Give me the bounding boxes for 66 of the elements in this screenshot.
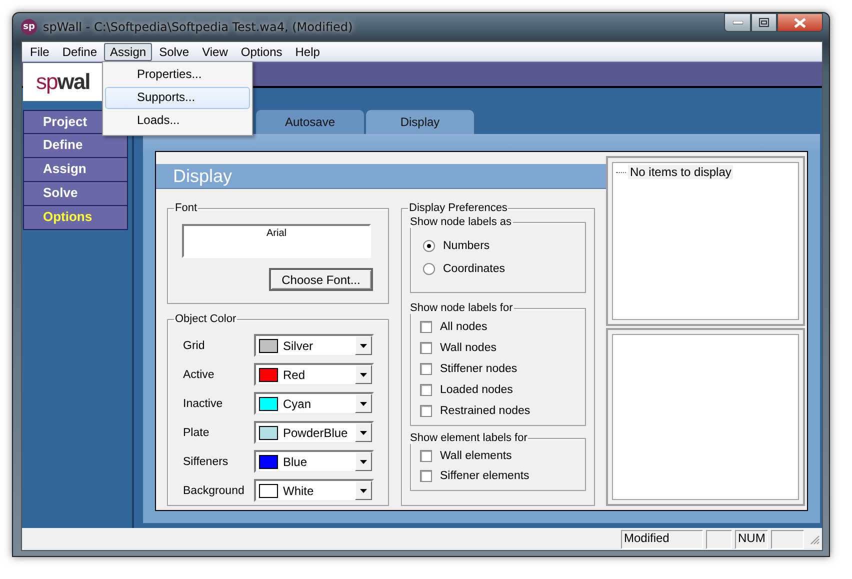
color-dropdown[interactable]: Silver	[254, 334, 374, 357]
color-label: Active	[182, 368, 216, 380]
color-label: Siffeners	[182, 456, 230, 468]
menu-item[interactable]: Help	[289, 42, 326, 60]
group-title: Show node labels for	[409, 302, 514, 314]
menu-option[interactable]: Properties...	[105, 64, 250, 86]
menu-option[interactable]: Supports...	[105, 87, 250, 109]
checkbox[interactable]	[420, 404, 432, 416]
maximize-icon	[759, 18, 769, 27]
group-title: Show element labels for	[409, 432, 528, 444]
color-dropdown[interactable]: White	[254, 479, 374, 502]
group-title: Show node labels as	[409, 216, 513, 228]
group-title: Display Preferences	[408, 202, 508, 214]
color-label: Grid	[182, 340, 206, 352]
color-dropdown[interactable]: PowderBlue	[254, 421, 374, 444]
checkbox-label: All nodes	[440, 320, 488, 332]
color-dropdown[interactable]: Cyan	[254, 392, 374, 415]
checkbox-label: Wall elements	[440, 450, 512, 462]
sidebar-item[interactable]: Solve	[23, 182, 128, 206]
app-icon: sp	[21, 19, 37, 35]
menu-item[interactable]: File	[24, 42, 56, 60]
checkbox[interactable]	[420, 384, 432, 396]
color-label: Inactive	[182, 398, 224, 410]
sidebar-item[interactable]: Assign	[23, 158, 128, 182]
checkbox-label: Loaded nodes	[440, 384, 513, 396]
status-pane: Modified	[621, 530, 703, 549]
tab[interactable]: Display	[366, 110, 474, 134]
radio-label: Coordinates	[443, 262, 506, 274]
checkbox-label: Restrained nodes	[440, 404, 530, 416]
close-button[interactable]	[777, 13, 823, 32]
sidebar-item[interactable]: Define	[23, 134, 128, 158]
checkbox-label: Wall nodes	[440, 342, 496, 354]
radio-label: Numbers	[443, 240, 490, 252]
maximize-button[interactable]	[751, 13, 777, 32]
group-title: Font	[174, 202, 198, 214]
checkbox[interactable]	[420, 320, 432, 332]
radio-button[interactable]	[423, 262, 435, 274]
tab[interactable]: Autosave	[256, 110, 364, 134]
color-label: Background	[182, 484, 246, 496]
color-label: Plate	[182, 426, 210, 438]
color-dropdown[interactable]: Blue	[254, 450, 374, 473]
menu-item[interactable]: Define	[56, 42, 104, 60]
checkbox[interactable]	[420, 342, 432, 354]
tree-item[interactable]: No items to display	[628, 165, 734, 179]
checkbox[interactable]	[420, 362, 432, 374]
minimize-icon	[732, 20, 742, 24]
close-icon	[794, 18, 806, 28]
page-title: Display	[156, 164, 606, 189]
font-preview: Arial	[182, 224, 371, 258]
checkbox[interactable]	[420, 470, 432, 482]
checkbox-label: Siffener elements	[440, 470, 530, 482]
window-title: spWall - C:\Softpedia\Softpedia Test.wa4, (Modified)	[43, 20, 354, 34]
minimize-button[interactable]	[724, 13, 751, 32]
checkbox-label: Stiffener nodes	[440, 362, 518, 374]
group-title: Object Color	[174, 313, 238, 325]
sidebar-item[interactable]: Options	[23, 206, 128, 230]
app-logo: spwal	[23, 63, 103, 101]
status-pane: NUM	[735, 530, 768, 549]
radio-button[interactable]	[423, 240, 435, 252]
checkbox[interactable]	[420, 450, 432, 462]
menu-item[interactable]: Solve	[153, 42, 196, 60]
menu-item[interactable]: View	[196, 42, 234, 60]
menu-item[interactable]: Options	[234, 42, 288, 60]
choose-font-button[interactable]: Choose Font...	[269, 268, 373, 291]
color-dropdown[interactable]: Red	[254, 363, 374, 386]
menu-item[interactable]: Assign	[104, 42, 152, 60]
